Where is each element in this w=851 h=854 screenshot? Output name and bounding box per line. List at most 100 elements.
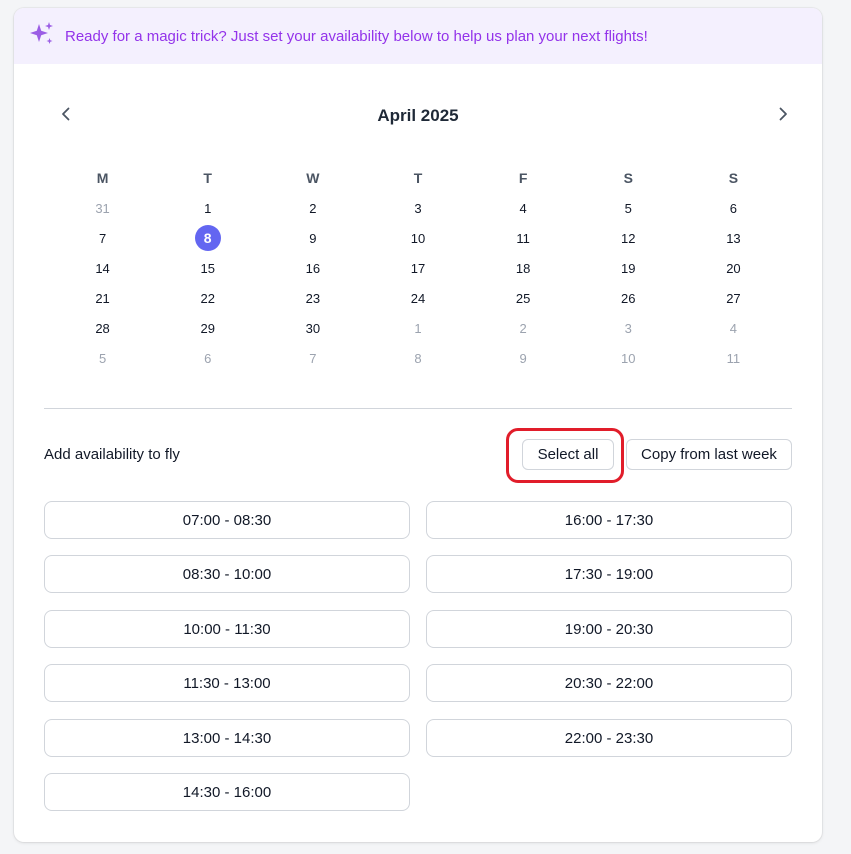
time-slot-button[interactable]: 10:00 - 11:30 xyxy=(44,610,410,648)
time-slot-button[interactable]: 19:00 - 20:30 xyxy=(426,610,792,648)
calendar-day-number: 27 xyxy=(726,290,741,306)
calendar-day[interactable]: 10 xyxy=(365,223,470,253)
calendar-day[interactable]: 27 xyxy=(681,283,786,313)
calendar-day-number: 3 xyxy=(414,200,422,216)
calendar-day[interactable]: 13 xyxy=(681,223,786,253)
calendar-day[interactable]: 6 xyxy=(155,343,260,373)
calendar-day[interactable]: 9 xyxy=(471,343,576,373)
chevron-right-icon xyxy=(774,105,792,128)
month-title: April 2025 xyxy=(377,106,459,125)
availability-label: Add availability to fly xyxy=(44,446,180,463)
calendar-day-number: 17 xyxy=(410,260,426,276)
calendar-day-number: 9 xyxy=(519,350,527,366)
time-slot-button[interactable]: 13:00 - 14:30 xyxy=(44,719,410,757)
calendar-day-number: 4 xyxy=(519,200,527,216)
calendar-day-number: 11 xyxy=(726,350,741,366)
calendar-day[interactable]: 2 xyxy=(260,193,365,223)
select-all-button[interactable]: Select all xyxy=(522,439,614,470)
calendar-day-number: 1 xyxy=(204,200,212,216)
calendar-day[interactable]: 25 xyxy=(471,283,576,313)
calendar-day[interactable]: 17 xyxy=(365,253,470,283)
calendar-day[interactable]: 12 xyxy=(576,223,681,253)
calendar-day[interactable]: 10 xyxy=(576,343,681,373)
calendar-day-number: 4 xyxy=(729,320,738,336)
calendar-day[interactable]: 19 xyxy=(576,253,681,283)
calendar-day-number: 13 xyxy=(726,230,741,246)
calendar-day[interactable]: 26 xyxy=(576,283,681,313)
calendar-day[interactable]: 7 xyxy=(260,343,365,373)
calendar-day[interactable]: 4 xyxy=(681,313,786,343)
time-slot-button[interactable]: 14:30 - 16:00 xyxy=(44,773,410,811)
calendar-day-number: 7 xyxy=(98,230,107,246)
time-slot-button[interactable]: 11:30 - 13:00 xyxy=(44,664,410,702)
calendar-day[interactable]: 5 xyxy=(576,193,681,223)
calendar-day[interactable]: 28 xyxy=(50,313,155,343)
calendar-day-number: 29 xyxy=(200,320,215,336)
calendar-day[interactable]: 5 xyxy=(50,343,155,373)
calendar-day-number: 7 xyxy=(309,350,317,366)
calendar-day-number: 19 xyxy=(621,260,636,276)
calendar-day[interactable]: 6 xyxy=(681,193,786,223)
availability-card: Ready for a magic trick? Just set your a… xyxy=(14,8,822,842)
calendar-day[interactable]: 29 xyxy=(155,313,260,343)
calendar-header: April 2025 xyxy=(44,106,792,128)
time-slot-button[interactable]: 16:00 - 17:30 xyxy=(426,501,792,539)
calendar-day[interactable]: 11 xyxy=(681,343,786,373)
calendar-week-row: 28 29 30 1 2 3 4 xyxy=(50,313,786,343)
calendar-day[interactable]: 1 xyxy=(365,313,470,343)
calendar-day-number: 21 xyxy=(95,290,110,306)
calendar-day[interactable]: 31 xyxy=(50,193,155,223)
calendar-day[interactable]: 18 xyxy=(471,253,576,283)
calendar-day[interactable]: 15 xyxy=(155,253,260,283)
calendar-day[interactable]: 21 xyxy=(50,283,155,313)
calendar-day[interactable]: 3 xyxy=(576,313,681,343)
calendar-day-number: 22 xyxy=(200,290,215,306)
calendar-day-number: 30 xyxy=(305,320,321,336)
calendar-day[interactable]: 30 xyxy=(260,313,365,343)
calendar-day-number: 6 xyxy=(729,200,738,216)
calendar-day[interactable]: 24 xyxy=(365,283,470,313)
calendar-day-number: 31 xyxy=(95,200,110,216)
copy-from-last-week-button[interactable]: Copy from last week xyxy=(626,439,792,470)
calendar-day-number: 3 xyxy=(624,320,632,336)
calendar-day[interactable]: 22 xyxy=(155,283,260,313)
time-slot-button[interactable]: 17:30 - 19:00 xyxy=(426,555,792,593)
calendar-day[interactable]: 8 xyxy=(365,343,470,373)
calendar-day[interactable]: 11 xyxy=(471,223,576,253)
calendar-day-number: 15 xyxy=(200,260,215,276)
calendar-day-number: 14 xyxy=(95,260,110,276)
calendar-day[interactable]: 20 xyxy=(681,253,786,283)
calendar-day-number: 1 xyxy=(414,320,422,336)
calendar-day-number: 10 xyxy=(410,230,426,246)
time-slot-button[interactable]: 07:00 - 08:30 xyxy=(44,501,410,539)
calendar-day[interactable]: 23 xyxy=(260,283,365,313)
calendar-day[interactable]: 4 xyxy=(471,193,576,223)
calendar-day[interactable]: 2 xyxy=(471,313,576,343)
calendar-day[interactable]: 1 xyxy=(155,193,260,223)
time-slot-button[interactable]: 22:00 - 23:30 xyxy=(426,719,792,757)
calendar-day-number: 2 xyxy=(309,200,317,216)
time-slot-button[interactable]: 08:30 - 10:00 xyxy=(44,555,410,593)
calendar-day-number: 2 xyxy=(519,320,527,336)
time-slot-button[interactable]: 20:30 - 22:00 xyxy=(426,664,792,702)
calendar-day-number: 20 xyxy=(726,260,741,276)
calendar-day-selected[interactable]: 8 xyxy=(155,223,260,253)
calendar-day-number: 8 xyxy=(414,350,422,366)
calendar-day-number: 8 xyxy=(194,225,221,251)
calendar-day-number: 16 xyxy=(305,260,321,276)
calendar-day-number: 10 xyxy=(621,350,636,366)
calendar-day[interactable]: 16 xyxy=(260,253,365,283)
calendar-day-number: 23 xyxy=(305,290,321,306)
calendar-day-number: 5 xyxy=(98,350,107,366)
sparkles-icon xyxy=(28,20,65,53)
next-month-button[interactable] xyxy=(771,104,795,128)
calendar-day[interactable]: 3 xyxy=(365,193,470,223)
calendar-day-number: 11 xyxy=(516,230,530,246)
calendar-day[interactable]: 7 xyxy=(50,223,155,253)
calendar-day[interactable]: 9 xyxy=(260,223,365,253)
magic-trick-banner: Ready for a magic trick? Just set your a… xyxy=(14,8,822,64)
calendar-day-number: 26 xyxy=(621,290,636,306)
section-divider xyxy=(44,408,792,409)
calendar-day[interactable]: 14 xyxy=(50,253,155,283)
calendar-day-number: 28 xyxy=(95,320,110,336)
